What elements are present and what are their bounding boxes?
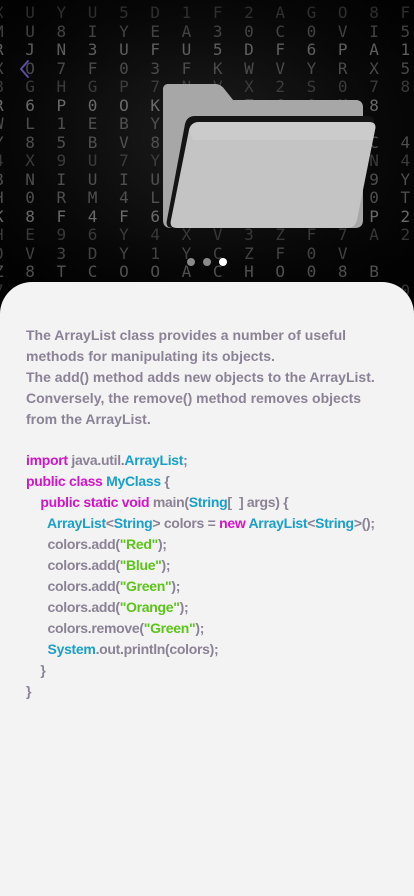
description-line: The add() method adds new objects to the… bbox=[26, 369, 375, 385]
page-dot[interactable] bbox=[219, 258, 227, 266]
page-indicator bbox=[0, 258, 414, 268]
code-line-declaration: ArrayList<String> colors = new ArrayList… bbox=[47, 515, 375, 531]
code-line-add: colors.add("Blue"); bbox=[47, 557, 171, 573]
code-line-close-class: } bbox=[26, 683, 32, 699]
code-line-add: colors.add("Green"); bbox=[47, 578, 181, 594]
code-line-add: colors.add("Red"); bbox=[47, 536, 167, 552]
code-line-add: colors.add("Orange"); bbox=[47, 599, 189, 615]
code-line-main: public static void main(String[ ] args) … bbox=[40, 494, 289, 510]
lesson-description: The ArrayList class provides a number of… bbox=[26, 325, 394, 430]
hero-banner: X U Y U 5 D 1 F 2 A G O 8 F C 5 UM U 8 I… bbox=[0, 0, 414, 300]
description-line: Conversely, the remove() method removes … bbox=[26, 390, 362, 427]
folder-icon bbox=[155, 80, 380, 235]
page-dot[interactable] bbox=[203, 258, 211, 266]
code-line-close-method: } bbox=[40, 662, 46, 678]
lesson-screen: X U Y U 5 D 1 F 2 A G O 8 F C 5 UM U 8 I… bbox=[0, 0, 414, 896]
code-line-remove: colors.remove("Green"); bbox=[47, 620, 205, 636]
page-dot[interactable] bbox=[187, 258, 195, 266]
code-line-class: public class MyClass { bbox=[26, 473, 170, 489]
code-line-import: import java.util.ArrayList; bbox=[26, 452, 188, 468]
description-line: The ArrayList class provides a number of… bbox=[26, 327, 347, 364]
content-card: The ArrayList class provides a number of… bbox=[0, 282, 414, 896]
chevron-left-icon[interactable] bbox=[14, 56, 36, 82]
code-line-print: System.out.println(colors); bbox=[47, 641, 219, 657]
code-sample: import java.util.ArrayList; public class… bbox=[26, 450, 375, 702]
